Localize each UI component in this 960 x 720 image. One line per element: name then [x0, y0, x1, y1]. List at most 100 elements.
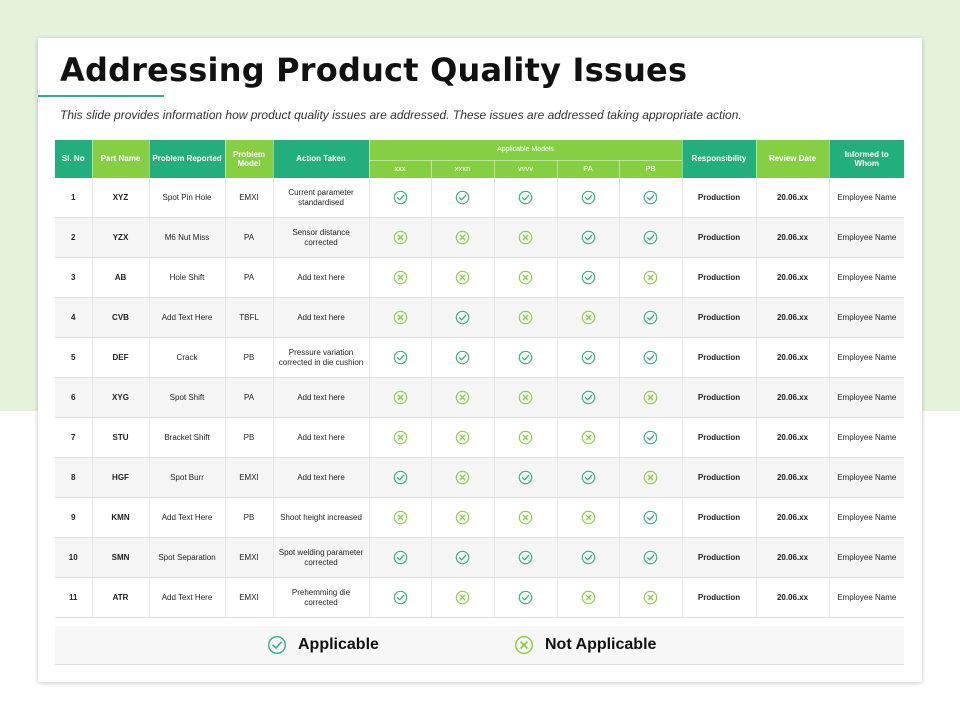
cell-action-taken: Current parameter standardised — [273, 178, 370, 218]
cell-informed-to: Employee Name — [829, 178, 905, 218]
cell-part-name: DEF — [92, 337, 150, 378]
cell-part-name: CVB — [92, 297, 150, 338]
table-row: 11 ATR Add Text Here EMXI Prehemming die cor… — [55, 577, 905, 618]
cell-model-applicability — [619, 537, 683, 578]
cell-sl-no: 8 — [55, 457, 93, 498]
cell-problem-reported: Add Text Here — [149, 497, 226, 538]
cell-action-taken: Prehemming die corrected — [273, 577, 370, 618]
cell-model-applicability — [494, 337, 558, 378]
cell-informed-to: Employee Name — [829, 497, 905, 538]
header-review-date: Review Date — [756, 140, 830, 178]
cell-action-taken: Add text here — [273, 417, 370, 458]
cell-model-applicability — [619, 377, 683, 418]
header-applicable-models: Applicable Models — [369, 140, 683, 161]
title-underline — [38, 95, 164, 97]
cell-informed-to: Employee Name — [829, 297, 905, 338]
cell-informed-to: Employee Name — [829, 417, 905, 458]
cell-sl-no: 4 — [55, 297, 93, 338]
cell-problem-model: EMXI — [225, 457, 274, 498]
x-circle-icon — [643, 470, 658, 485]
table-row: 1 XYZ Spot Pin Hole EMXI Current parameter s… — [55, 178, 905, 218]
check-circle-icon — [518, 350, 533, 365]
cell-action-taken: Add text here — [273, 297, 370, 338]
check-circle-icon — [643, 510, 658, 525]
cell-problem-reported: Hole Shift — [149, 257, 226, 298]
table-row: 6 XYG Spot Shift PA Add text here Production 2… — [55, 377, 905, 418]
check-circle-icon — [267, 635, 287, 655]
x-circle-icon — [581, 430, 595, 445]
table-row: 8 HGF Spot Burr EMXI Add text here Production… — [55, 457, 905, 498]
check-circle-icon — [455, 190, 470, 205]
cell-action-taken: Sensor distance corrected — [273, 217, 370, 258]
cell-problem-model: TBFL — [225, 297, 274, 338]
cell-model-applicability — [431, 178, 495, 218]
check-circle-icon — [518, 470, 533, 485]
cell-model-applicability — [369, 457, 432, 498]
cell-informed-to: Employee Name — [829, 217, 905, 258]
check-circle-icon — [393, 190, 407, 205]
cell-action-taken: Spot welding parameter corrected — [273, 537, 370, 578]
check-circle-icon — [581, 550, 595, 565]
cell-problem-model: PA — [225, 377, 274, 418]
cell-sl-no: 3 — [55, 257, 93, 298]
cell-responsibility: Production — [682, 377, 757, 418]
x-circle-icon — [643, 590, 658, 605]
cell-part-name: STU — [92, 417, 150, 458]
table-row: 10 SMN Spot Separation EMXI Spot welding par… — [55, 537, 905, 578]
cell-model-applicability — [431, 537, 495, 578]
check-circle-icon — [393, 550, 407, 565]
cell-part-name: ATR — [92, 577, 150, 618]
cell-model-applicability — [369, 537, 432, 578]
x-circle-icon — [393, 510, 407, 525]
cell-review-date: 20.06.xx — [756, 497, 830, 538]
table-row: 2 YZX M6 Nut Miss PA Sensor distance correct… — [55, 217, 905, 258]
cell-model-applicability — [494, 178, 558, 218]
cell-part-name: SMN — [92, 537, 150, 578]
header-model-vvvv: vvvv — [494, 160, 558, 178]
header-sl-no: Sl. No — [55, 140, 93, 178]
cell-model-applicability — [557, 417, 620, 458]
cell-responsibility: Production — [682, 457, 757, 498]
cell-part-name: HGF — [92, 457, 150, 498]
cell-model-applicability — [431, 577, 495, 618]
table-row: 5 DEF Crack PB Pressure variation corrected … — [55, 337, 905, 378]
cell-model-applicability — [557, 297, 620, 338]
cell-model-applicability — [369, 417, 432, 458]
cell-model-applicability — [431, 417, 495, 458]
cell-model-applicability — [557, 178, 620, 218]
x-circle-icon — [518, 510, 533, 525]
cell-problem-reported: Spot Pin Hole — [149, 178, 226, 218]
cell-model-applicability — [619, 178, 683, 218]
check-circle-icon — [643, 310, 658, 325]
cell-sl-no: 11 — [55, 577, 93, 618]
cell-model-applicability — [369, 217, 432, 258]
page-title: Addressing Product Quality Issues — [60, 51, 688, 89]
header-part-name: Part Name — [92, 140, 150, 178]
header-model-xxx: xxx — [369, 160, 432, 178]
cell-informed-to: Employee Name — [829, 337, 905, 378]
x-circle-icon — [581, 310, 595, 325]
cell-part-name: KMN — [92, 497, 150, 538]
cell-model-applicability — [494, 377, 558, 418]
check-circle-icon — [518, 190, 533, 205]
cell-model-applicability — [431, 337, 495, 378]
check-circle-icon — [455, 350, 470, 365]
cell-model-applicability — [431, 377, 495, 418]
cell-model-applicability — [494, 537, 558, 578]
check-circle-icon — [643, 190, 658, 205]
cell-action-taken: Add text here — [273, 377, 370, 418]
check-circle-icon — [581, 390, 595, 405]
cell-model-applicability — [557, 217, 620, 258]
check-circle-icon — [393, 590, 407, 605]
cell-model-applicability — [369, 497, 432, 538]
check-circle-icon — [581, 230, 595, 245]
header-problem-reported: Problem Reported — [149, 140, 226, 178]
cell-problem-reported: Spot Separation — [149, 537, 226, 578]
header-informed-to: Informed to Whom — [829, 140, 905, 178]
cell-responsibility: Production — [682, 497, 757, 538]
cell-sl-no: 6 — [55, 377, 93, 418]
cell-model-applicability — [619, 217, 683, 258]
x-circle-icon — [518, 230, 533, 245]
cell-sl-no: 7 — [55, 417, 93, 458]
cell-responsibility: Production — [682, 337, 757, 378]
